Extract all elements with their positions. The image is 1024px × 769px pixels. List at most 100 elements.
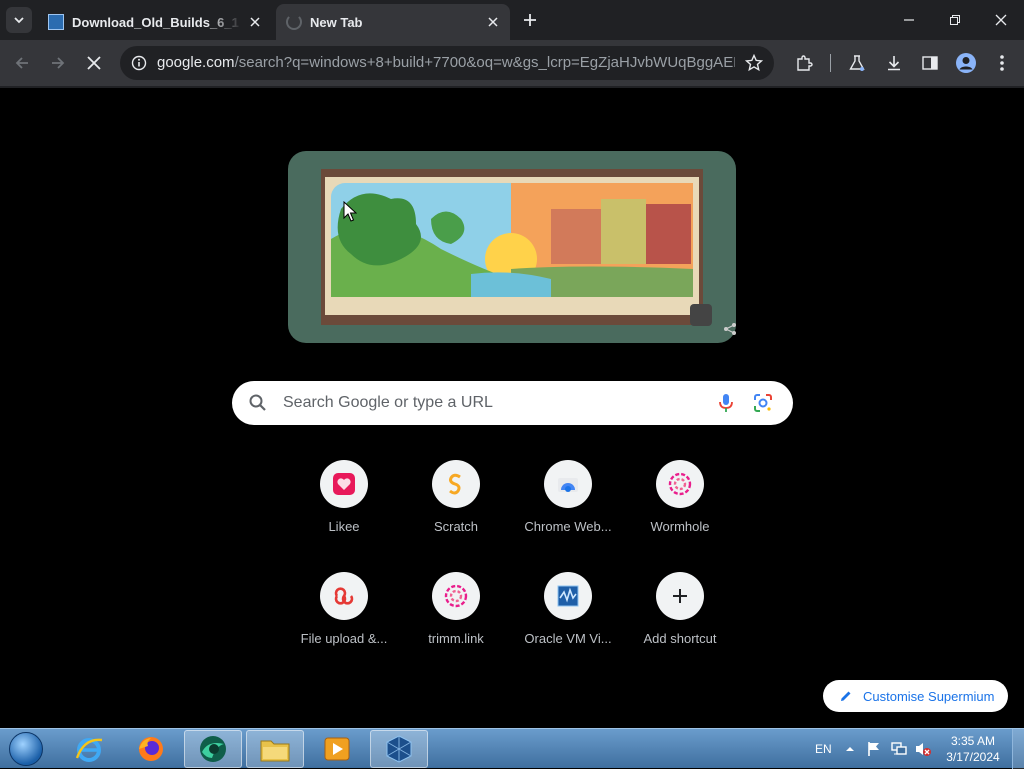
customise-label: Customise Supermium (863, 688, 995, 704)
taskbar-supermium[interactable] (184, 730, 242, 768)
shortcut-chrome-web-store[interactable]: Chrome Web... (512, 460, 624, 560)
language-indicator[interactable]: EN (815, 729, 832, 769)
forward-arrow-icon (52, 57, 65, 69)
url-text[interactable]: google.com/search?q=windows+8+build+7700… (157, 54, 735, 71)
stop-icon (87, 56, 101, 70)
minimize-icon (904, 19, 914, 21)
search-placeholder[interactable]: Search Google or type a URL (283, 394, 493, 412)
supermium-icon (200, 736, 226, 762)
share-icon[interactable] (690, 304, 736, 335)
extensions-button[interactable] (790, 49, 818, 77)
shortcut-wormhole[interactable]: Wormhole (624, 460, 736, 560)
tab-new-tab[interactable]: New Tab (276, 4, 510, 40)
chevron-up-icon (846, 747, 854, 751)
scratch-icon (432, 460, 480, 508)
download-icon (888, 56, 900, 71)
google-lens-icon[interactable] (752, 392, 774, 414)
shortcut-label: File upload &... (300, 631, 388, 646)
network-icon[interactable] (890, 729, 908, 769)
microphone-icon[interactable] (716, 392, 736, 414)
taskbar-internet-explorer[interactable] (60, 730, 118, 768)
url-host: google.com (157, 54, 235, 71)
customise-button[interactable]: Customise Supermium (823, 680, 1008, 712)
puzzle-icon (797, 55, 813, 71)
toolbar-separator (830, 54, 831, 72)
add-shortcut-button[interactable]: Add shortcut (624, 572, 736, 672)
action-center-icon[interactable] (866, 729, 882, 769)
wormhole-icon (656, 460, 704, 508)
new-tab-button[interactable] (520, 10, 540, 30)
tab-download-old-builds[interactable]: Download_Old_Builds_6_1 – Or (40, 4, 272, 40)
shortcut-likee[interactable]: Likee (288, 460, 400, 560)
start-button[interactable] (6, 730, 46, 768)
address-bar[interactable]: google.com/search?q=windows+8+build+7700… (120, 46, 774, 80)
windows-taskbar: EN 3:35 AM 3/17/2024 (0, 728, 1024, 769)
loading-spinner-icon (286, 14, 302, 30)
menu-button[interactable] (988, 49, 1016, 77)
new-tab-page: Search Google or type a URL Likee Scratc… (0, 88, 1024, 728)
back-arrow-icon (15, 57, 28, 69)
restore-icon (950, 15, 960, 25)
plus-icon (524, 14, 536, 26)
taskbar-media-player[interactable] (308, 730, 366, 768)
minimize-button[interactable] (886, 0, 932, 40)
file-upload-icon (320, 572, 368, 620)
kebab-menu-icon (1000, 55, 1004, 71)
shortcut-oracle-vm[interactable]: Oracle VM Vi... (512, 572, 624, 672)
shortcut-file-upload[interactable]: File upload &... (288, 572, 400, 672)
virtualbox-icon (544, 572, 592, 620)
restore-button[interactable] (932, 0, 978, 40)
labs-button[interactable] (843, 49, 871, 77)
close-window-button[interactable] (978, 0, 1024, 40)
side-panel-button[interactable] (916, 49, 944, 77)
flask-icon (849, 55, 865, 71)
close-tab-icon[interactable] (246, 13, 264, 31)
system-clock[interactable]: 3:35 AM 3/17/2024 (940, 733, 1006, 765)
tab-title: Download_Old_Builds_6_1 – Or (72, 14, 242, 30)
folder-icon (260, 740, 290, 762)
shortcut-label: Scratch (433, 519, 479, 534)
pencil-icon (841, 691, 851, 701)
site-info-icon[interactable] (128, 52, 150, 74)
shortcut-label: Wormhole (650, 519, 710, 534)
forward-button[interactable] (44, 49, 72, 77)
close-icon (995, 14, 1007, 26)
shortcut-label: Likee (328, 519, 360, 534)
side-panel-icon (922, 56, 938, 70)
google-doodle[interactable] (288, 151, 736, 343)
site-favicon (48, 14, 64, 30)
bookmark-star-icon[interactable] (742, 51, 766, 75)
downloads-button[interactable] (880, 49, 908, 77)
virtualbox-icon (386, 735, 412, 763)
taskbar-file-explorer[interactable] (246, 730, 304, 768)
search-icon (249, 394, 266, 411)
taskbar-virtualbox[interactable] (370, 730, 428, 768)
chevron-down-icon (14, 17, 24, 24)
tab-search-button[interactable] (6, 7, 32, 33)
shortcut-trimm-link[interactable]: trimm.link (400, 572, 512, 672)
likee-icon (320, 460, 368, 508)
internet-explorer-icon (75, 738, 103, 762)
shortcut-label: Oracle VM Vi... (524, 631, 612, 646)
shortcut-scratch[interactable]: Scratch (400, 460, 512, 560)
windows-orb-icon (9, 732, 43, 766)
close-tab-icon[interactable] (484, 13, 502, 31)
tab-title: New Tab (310, 14, 363, 30)
mouse-cursor-icon (343, 201, 357, 222)
show-hidden-icons-button[interactable] (845, 729, 855, 769)
shortcut-label: trimm.link (428, 631, 484, 646)
search-box[interactable]: Search Google or type a URL (232, 381, 793, 425)
show-desktop-button[interactable] (1012, 729, 1024, 769)
back-button[interactable] (8, 49, 36, 77)
profile-button[interactable] (952, 49, 980, 77)
browser-window-frame: Download_Old_Builds_6_1 – Or New Tab (0, 0, 1024, 88)
volume-muted-icon[interactable] (914, 729, 932, 769)
trimm-link-icon (432, 572, 480, 620)
chrome-web-store-icon (544, 460, 592, 508)
stop-loading-button[interactable] (80, 49, 108, 77)
firefox-icon (139, 737, 163, 761)
taskbar-firefox[interactable] (122, 730, 180, 768)
url-path: /search?q=windows+8+build+7700&oq=w&gs_l… (234, 54, 735, 71)
tab-strip: Download_Old_Builds_6_1 – Or New Tab (0, 0, 1024, 40)
browser-toolbar: google.com/search?q=windows+8+build+7700… (0, 40, 1024, 86)
